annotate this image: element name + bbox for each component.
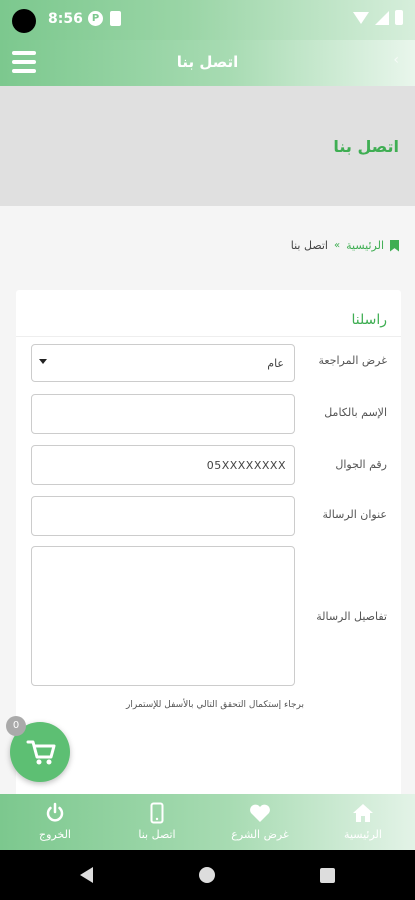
back-icon[interactable]: ‹ xyxy=(393,52,399,68)
dropdown-arrow-icon xyxy=(39,359,47,364)
camera-cutout xyxy=(12,9,36,33)
status-icons xyxy=(353,10,403,25)
page-title: اتصل بنا xyxy=(333,137,399,156)
purpose-label: غرض المراجعة xyxy=(318,354,387,367)
home-icon xyxy=(323,802,403,824)
name-label: الإسم بالكامل xyxy=(324,406,387,419)
form-heading: راسلنا xyxy=(351,312,387,328)
mobile-label: رقم الجوال xyxy=(335,458,387,471)
subject-field[interactable] xyxy=(31,496,295,536)
wifi-icon xyxy=(353,11,369,24)
notification-icon: P xyxy=(88,11,103,26)
system-recents-icon[interactable] xyxy=(320,868,335,883)
heart-icon xyxy=(220,802,300,824)
nav-label-favorites: غرض الشرع xyxy=(231,828,289,841)
nav-label-logout: الخروج xyxy=(39,828,71,841)
main-content: الرئيسية » اتصل بنا راسلنا غرض المراجعة … xyxy=(0,206,415,800)
purpose-select-value: عام xyxy=(267,357,284,370)
contact-form-card: راسلنا غرض المراجعة عام الإسم بالكامل رق… xyxy=(16,290,401,800)
name-field[interactable] xyxy=(31,394,295,434)
nav-item-favorites[interactable]: غرض الشرع xyxy=(220,802,300,841)
captcha-note: برجاء إستكمال التحقق التالي بالأسفل للإس… xyxy=(126,700,304,710)
nav-item-home[interactable]: الرئيسية xyxy=(323,802,403,841)
bottom-nav: الخروج اتصل بنا غرض الشرع الرئيسية xyxy=(0,794,415,850)
mobile-field-value: 05XXXXXXXX xyxy=(206,459,286,472)
signal-icon xyxy=(375,10,389,25)
page-banner: اتصل بنا xyxy=(0,86,415,206)
system-nav-bar xyxy=(0,850,415,900)
cart-count-badge: 0 xyxy=(6,716,26,736)
breadcrumb-separator: » xyxy=(333,240,341,251)
purpose-select[interactable]: عام xyxy=(31,344,295,382)
sim-icon xyxy=(110,11,121,26)
status-time: 8:56 xyxy=(48,11,83,27)
details-textarea[interactable] xyxy=(31,546,295,686)
nav-item-logout[interactable]: الخروج xyxy=(15,802,95,841)
details-label: تفاصيل الرسالة xyxy=(316,610,387,623)
phone-icon xyxy=(117,802,197,824)
nav-label-contact: اتصل بنا xyxy=(138,828,176,841)
form-divider xyxy=(16,336,401,337)
app-bar-title: اتصل بنا xyxy=(176,53,239,71)
nav-item-contact[interactable]: اتصل بنا xyxy=(117,802,197,841)
status-bar: 8:56 P xyxy=(0,0,415,40)
nav-label-home: الرئيسية xyxy=(344,828,382,841)
breadcrumb: الرئيسية » اتصل بنا xyxy=(291,239,399,252)
app-bar: اتصل بنا ‹ xyxy=(0,40,415,86)
power-icon xyxy=(15,802,95,824)
bookmark-icon xyxy=(390,239,399,252)
battery-icon xyxy=(395,10,403,25)
breadcrumb-current: اتصل بنا xyxy=(290,239,328,252)
subject-label: عنوان الرسالة xyxy=(322,508,388,521)
system-back-icon[interactable] xyxy=(80,867,93,883)
system-home-icon[interactable] xyxy=(199,867,215,883)
breadcrumb-home-link[interactable]: الرئيسية xyxy=(346,239,384,252)
mobile-field[interactable]: 05XXXXXXXX xyxy=(31,445,295,485)
